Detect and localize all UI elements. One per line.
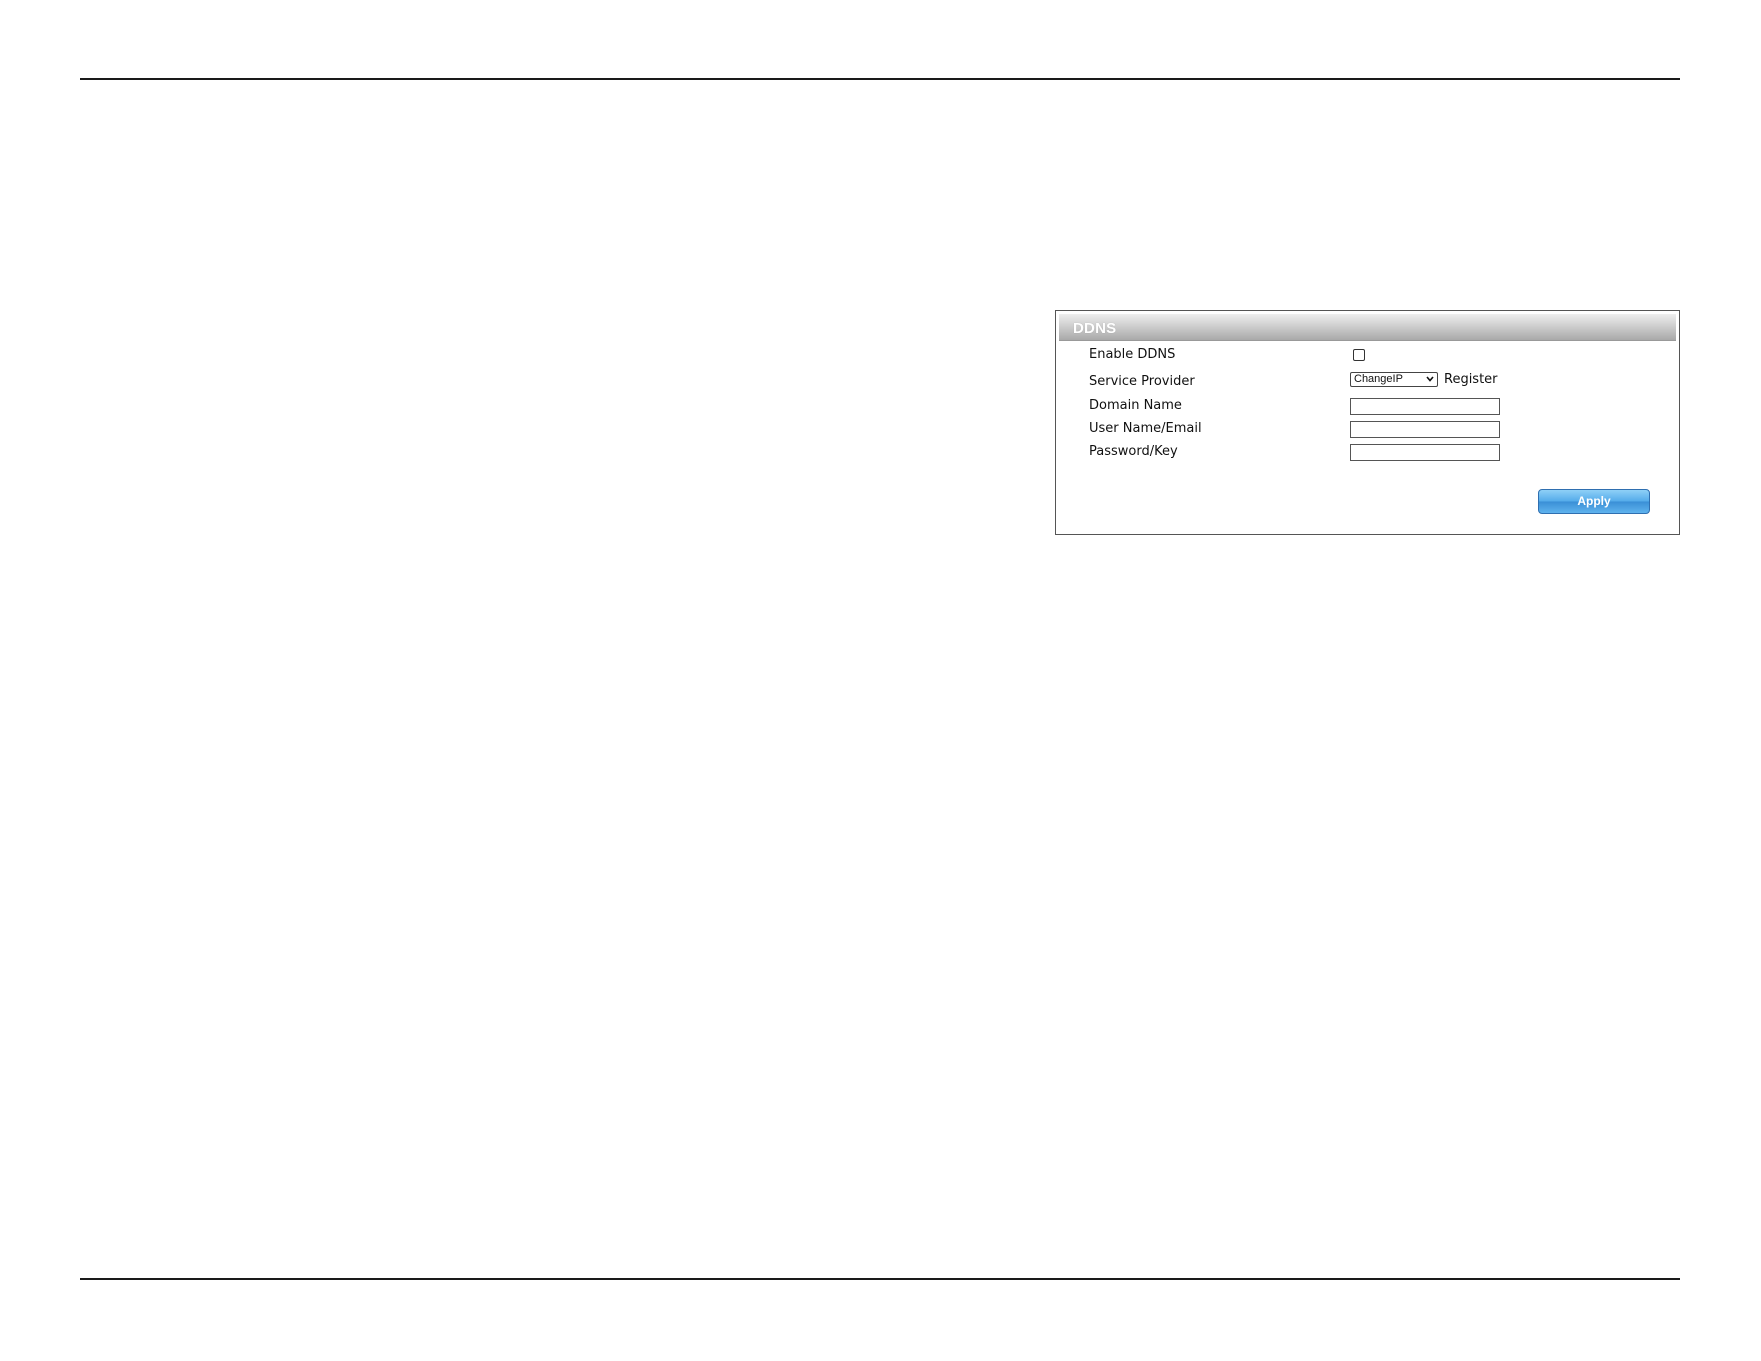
service-provider-label: Service Provider <box>1089 374 1195 389</box>
domain-name-label: Domain Name <box>1089 398 1182 413</box>
enable-ddns-label: Enable DDNS <box>1089 347 1176 362</box>
domain-name-input[interactable] <box>1350 398 1500 415</box>
enable-ddns-checkbox[interactable] <box>1353 349 1365 361</box>
bottom-divider <box>80 1278 1680 1280</box>
service-provider-value: ChangeIP <box>1354 373 1403 385</box>
password-input[interactable] <box>1350 444 1500 461</box>
panel-title: DDNS <box>1073 320 1117 337</box>
password-label: Password/Key <box>1089 444 1178 459</box>
service-provider-select[interactable]: ChangeIP <box>1350 372 1438 387</box>
apply-button[interactable]: Apply <box>1538 489 1650 514</box>
ddns-panel-header: DDNS <box>1059 314 1676 341</box>
top-divider <box>80 78 1680 80</box>
ddns-panel: DDNS Enable DDNS Service Provider Change… <box>1055 310 1680 535</box>
user-name-label: User Name/Email <box>1089 421 1202 436</box>
user-name-input[interactable] <box>1350 421 1500 438</box>
register-link[interactable]: Register <box>1444 372 1498 387</box>
chevron-down-icon <box>1426 376 1434 382</box>
